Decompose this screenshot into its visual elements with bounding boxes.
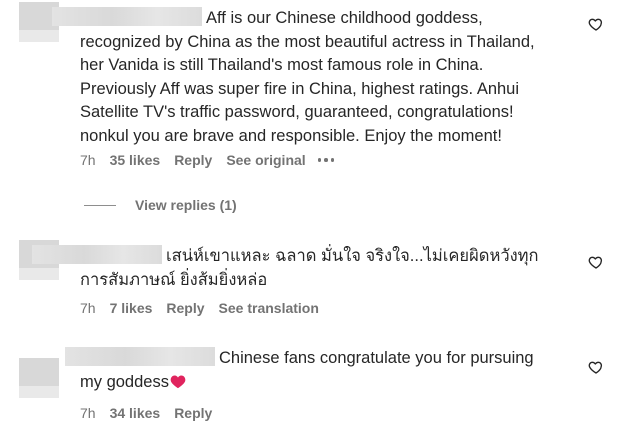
comment-actions: 7h 7 likes Reply See translation <box>80 300 333 316</box>
likes-count[interactable]: 34 likes <box>110 405 161 421</box>
like-heart-icon[interactable] <box>588 254 604 270</box>
timestamp[interactable]: 7h <box>80 152 96 168</box>
see-original-button[interactable]: See original <box>226 152 305 168</box>
redacted-username[interactable] <box>32 245 162 264</box>
like-heart-icon[interactable] <box>588 16 604 32</box>
avatar[interactable] <box>19 358 59 398</box>
likes-count[interactable]: 7 likes <box>110 300 153 316</box>
see-translation-button[interactable]: See translation <box>219 300 319 316</box>
comment-actions: 7h 34 likes Reply <box>80 405 226 421</box>
divider-line <box>84 204 116 206</box>
reply-button[interactable]: Reply <box>174 152 212 168</box>
comment-body: Aff is our Chinese childhood goddess, re… <box>80 9 535 145</box>
comment-text: เสน่ห์เขาแหละ ฉลาด มั่นใจ จริงใจ...ไม่เค… <box>32 245 560 292</box>
more-options-icon[interactable] <box>317 158 335 162</box>
redacted-username[interactable] <box>52 7 202 26</box>
like-heart-icon[interactable] <box>588 359 604 375</box>
comment-text: Aff is our Chinese childhood goddess, re… <box>52 7 560 148</box>
likes-count[interactable]: 35 likes <box>110 152 161 168</box>
reply-button[interactable]: Reply <box>166 300 204 316</box>
timestamp[interactable]: 7h <box>80 405 96 421</box>
timestamp[interactable]: 7h <box>80 300 96 316</box>
redacted-username[interactable] <box>65 347 215 366</box>
reply-button[interactable]: Reply <box>174 405 212 421</box>
red-heart-emoji-icon <box>170 375 186 388</box>
view-replies-label: View replies (1) <box>135 197 237 213</box>
comment-actions: 7h 35 likes Reply See original <box>80 152 348 168</box>
view-replies-button[interactable]: View replies (1) <box>84 197 237 213</box>
comment-text: Chinese fans congratulate you for pursui… <box>65 347 560 394</box>
